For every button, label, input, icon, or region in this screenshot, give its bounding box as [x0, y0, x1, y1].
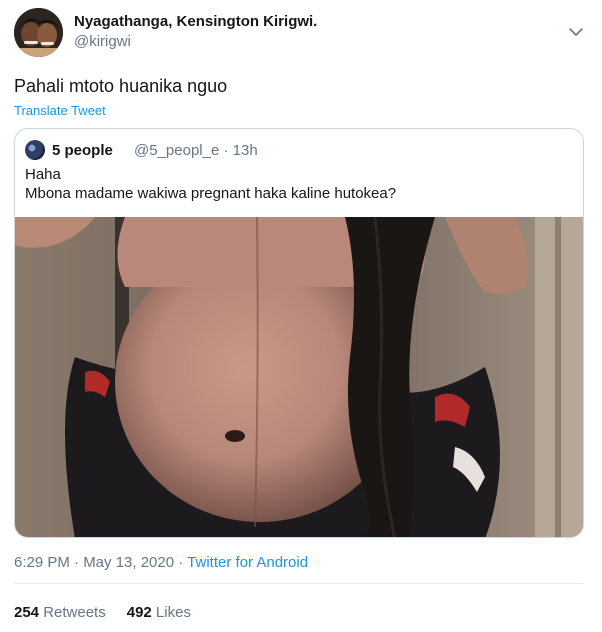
tweet-timestamp[interactable]: 6:29 PM · May 13, 2020 ·	[14, 554, 187, 571]
quoted-tweet-text-line2: Mbona madame wakiwa pregnant haka kaline…	[25, 185, 397, 202]
retweets-stat[interactable]: 254 Retweets	[14, 604, 106, 621]
tweet-timestamp-row: 6:29 PM · May 13, 2020 · Twitter for And…	[14, 554, 308, 571]
quoted-author-meta: @5_peopl_e · 13h	[134, 142, 258, 159]
tweet-text: Pahali mtoto huanika nguo	[14, 76, 228, 96]
likes-count: 492	[126, 604, 152, 621]
profile-photo-icon	[14, 8, 63, 57]
likes-label: Likes	[151, 604, 191, 621]
quoted-tweet-photo[interactable]	[15, 217, 584, 538]
engagement-stats: 254 Retweets 492 Likes	[14, 604, 191, 621]
chevron-down-icon[interactable]	[566, 24, 586, 40]
author-handle[interactable]: @kirigwi	[74, 33, 131, 50]
author-name[interactable]: Nyagathanga, Kensington Kirigwi.	[74, 13, 317, 30]
quoted-tweet-card[interactable]: 5 people @5_peopl_e · 13h Haha Mbona mad…	[14, 128, 584, 538]
translate-tweet-link[interactable]: Translate Tweet	[14, 103, 106, 118]
retweets-count: 254	[14, 604, 40, 621]
quoted-tweet-text-line1: Haha	[25, 166, 61, 183]
author-avatar[interactable]	[14, 8, 63, 57]
retweets-label: Retweets	[39, 604, 106, 621]
likes-stat[interactable]: 492 Likes	[127, 604, 191, 621]
quoted-author-name: 5 people	[52, 142, 113, 159]
tweet-source-link[interactable]: Twitter for Android	[187, 554, 308, 571]
divider	[14, 583, 584, 584]
quoted-author-avatar	[25, 140, 45, 160]
